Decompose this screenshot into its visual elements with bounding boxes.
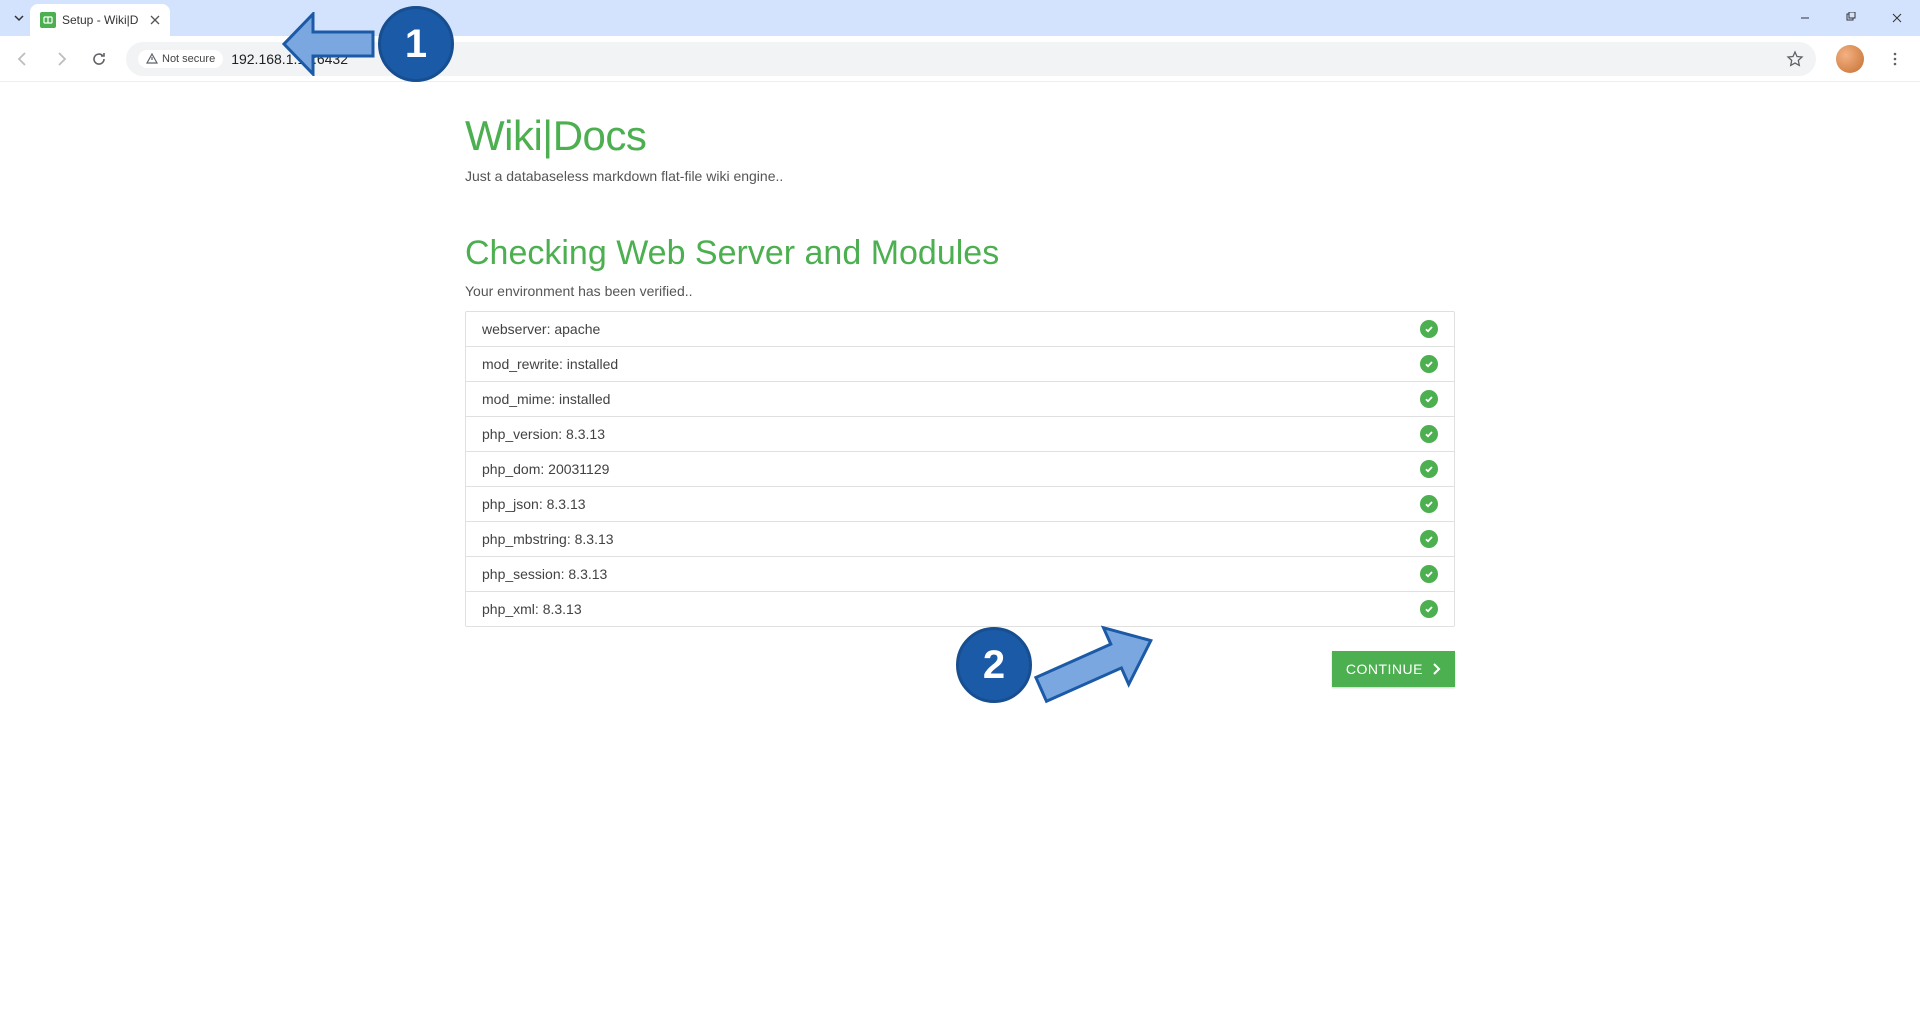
check-ok-icon <box>1420 530 1438 548</box>
window-minimize-button[interactable] <box>1782 2 1828 34</box>
chevron-down-icon <box>13 12 25 24</box>
annotation-step-2: 2 <box>956 620 1166 710</box>
annotation-step-1: 1 <box>278 6 454 82</box>
tab-close-button[interactable] <box>150 15 160 25</box>
annotation-badge-2: 2 <box>956 627 1032 703</box>
check-ok-icon <box>1420 425 1438 443</box>
check-ok-icon <box>1420 355 1438 373</box>
nav-forward-button[interactable] <box>44 42 78 76</box>
arrow-up-right-icon <box>1026 620 1166 710</box>
check-ok-icon <box>1420 565 1438 583</box>
kebab-icon <box>1887 51 1903 67</box>
check-ok-icon <box>1420 495 1438 513</box>
check-label: php_json: 8.3.13 <box>482 496 586 512</box>
arrow-left-icon <box>14 50 32 68</box>
check-row: php_version: 8.3.13 <box>466 417 1454 452</box>
arrow-right-icon <box>52 50 70 68</box>
check-label: php_session: 8.3.13 <box>482 566 607 582</box>
check-row: php_session: 8.3.13 <box>466 557 1454 592</box>
continue-button[interactable]: CONTINUE <box>1332 651 1455 687</box>
check-label: php_xml: 8.3.13 <box>482 601 582 617</box>
check-label: php_version: 8.3.13 <box>482 426 605 442</box>
check-label: mod_rewrite: installed <box>482 356 618 372</box>
tab-favicon <box>40 12 56 28</box>
brand-title: Wiki|Docs <box>465 112 1455 160</box>
page-body: Wiki|Docs Just a databaseless markdown f… <box>0 82 1920 687</box>
check-label: php_dom: 20031129 <box>482 461 609 477</box>
minimize-icon <box>1799 12 1811 24</box>
check-row: mod_rewrite: installed <box>466 347 1454 382</box>
check-ok-icon <box>1420 390 1438 408</box>
nav-reload-button[interactable] <box>82 42 116 76</box>
check-list: webserver: apache mod_rewrite: installed m… <box>465 311 1455 627</box>
browser-menu-button[interactable] <box>1878 51 1912 67</box>
continue-label: CONTINUE <box>1346 661 1423 677</box>
maximize-icon <box>1845 12 1857 24</box>
check-row: mod_mime: installed <box>466 382 1454 417</box>
check-row: php_json: 8.3.13 <box>466 487 1454 522</box>
check-label: webserver: apache <box>482 321 600 337</box>
check-row: php_mbstring: 8.3.13 <box>466 522 1454 557</box>
security-chip[interactable]: Not secure <box>138 50 223 68</box>
annotation-badge-1: 1 <box>378 6 454 82</box>
section-title: Checking Web Server and Modules <box>465 234 1455 273</box>
check-ok-icon <box>1420 600 1438 618</box>
check-ok-icon <box>1420 460 1438 478</box>
section-subtitle: Your environment has been verified.. <box>465 283 1455 299</box>
bookmark-button[interactable] <box>1786 50 1804 68</box>
chevron-right-icon <box>1433 663 1441 675</box>
profile-avatar[interactable] <box>1836 45 1864 73</box>
tabs-dropdown-button[interactable] <box>8 7 30 29</box>
brand-tagline: Just a databaseless markdown flat-file w… <box>465 168 1455 184</box>
security-label: Not secure <box>162 53 215 65</box>
close-icon <box>1891 12 1903 24</box>
check-row: webserver: apache <box>466 312 1454 347</box>
close-icon <box>150 15 160 25</box>
window-controls <box>1782 2 1920 34</box>
reload-icon <box>90 50 108 68</box>
check-label: mod_mime: installed <box>482 391 610 407</box>
window-close-button[interactable] <box>1874 2 1920 34</box>
browser-tab[interactable]: Setup - Wiki|D <box>30 4 170 36</box>
check-row: php_dom: 20031129 <box>466 452 1454 487</box>
check-label: php_mbstring: 8.3.13 <box>482 531 614 547</box>
window-maximize-button[interactable] <box>1828 2 1874 34</box>
tab-title: Setup - Wiki|D <box>62 13 138 27</box>
warning-icon <box>146 53 158 65</box>
nav-back-button[interactable] <box>6 42 40 76</box>
arrow-left-icon <box>278 12 378 76</box>
star-icon <box>1786 50 1804 68</box>
check-ok-icon <box>1420 320 1438 338</box>
